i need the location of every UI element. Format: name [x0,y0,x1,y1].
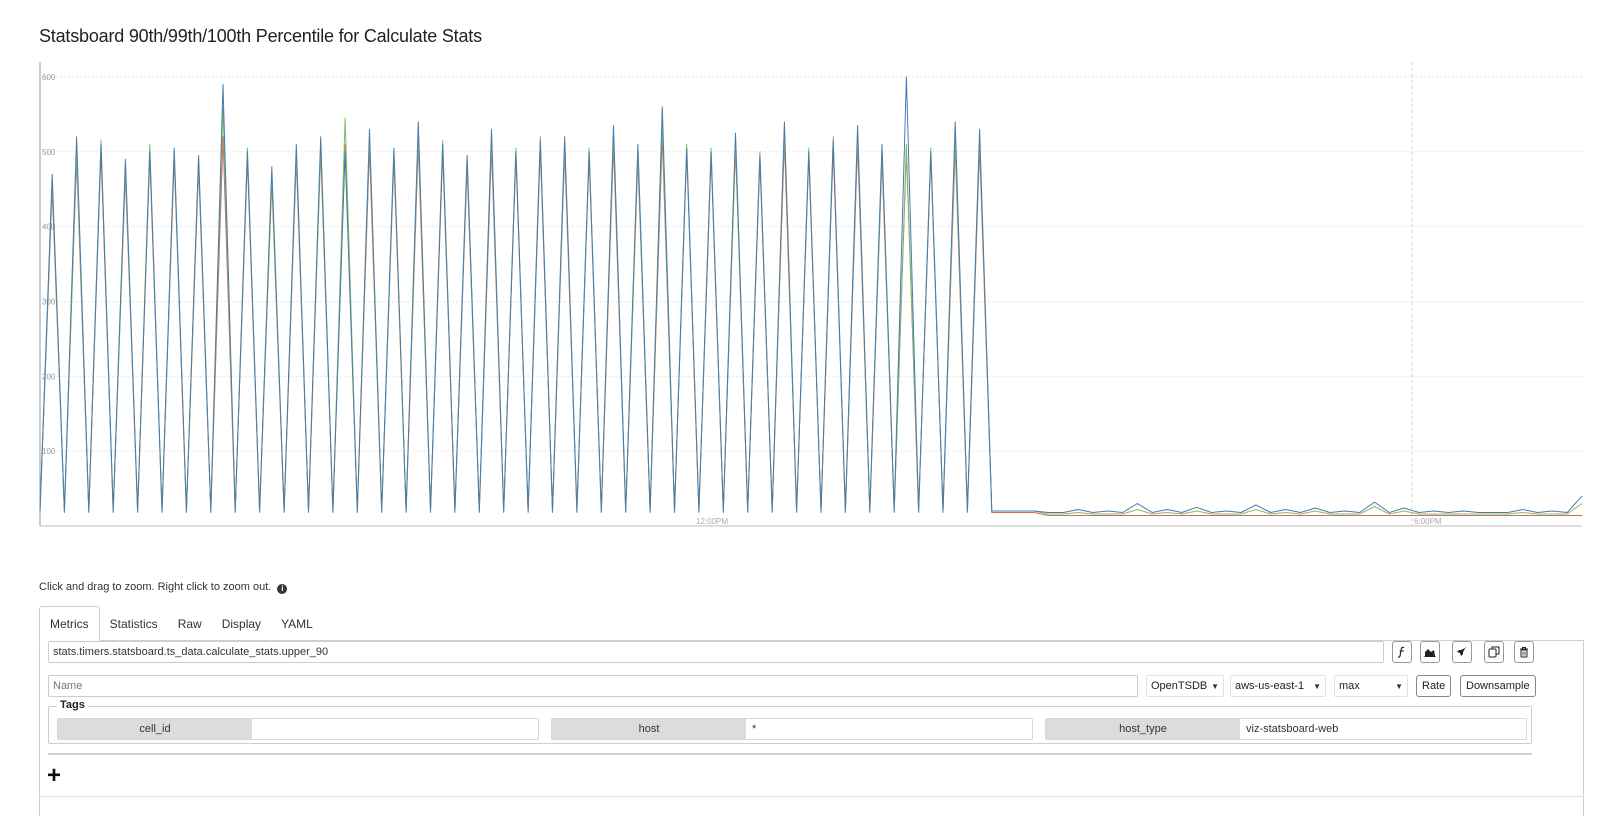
y-tick-label: 200 [42,372,56,381]
tab-bar: Metrics Statistics Raw Display YAML [39,606,1584,641]
divider [48,753,1532,755]
name-input[interactable] [48,675,1138,697]
tab-yaml[interactable]: YAML [271,607,323,640]
query-panel: MetricsStatisticsRawDisplayYAML OpenTSDB… [39,606,1584,816]
tab-statistics[interactable]: Statistics [100,607,168,640]
tag-key: cell_id [58,719,252,739]
y-tick-label: 500 [42,148,56,157]
y-tick-label: 100 [42,447,56,456]
zoom-hint-text: Click and drag to zoom. Right click to z… [39,581,272,593]
tag-value-input[interactable]: viz-statsboard-web [1240,719,1526,739]
y-tick-label: 300 [42,297,56,306]
chevron-down-icon: ▼ [1313,681,1321,691]
metrics-tab-body: OpenTSDB ▼ aws-us-east-1 ▼ max ▼ Rate Do… [39,641,1584,816]
area-chart-icon[interactable] [1420,641,1440,663]
metric-input[interactable] [48,641,1384,663]
copy-icon[interactable] [1484,641,1504,663]
info-circle-icon[interactable]: i [277,584,288,594]
x-tick-label: 6:00PM [1414,517,1442,526]
chevron-down-icon: ▼ [1395,681,1403,691]
chart-title: Statsboard 90th/99th/100th Percentile fo… [39,26,482,46]
function-icon[interactable] [1392,641,1412,663]
chart-area[interactable]: 100 200 300 400 500 600 12:00PM 6:00PM [36,58,1584,546]
chevron-down-icon: ▼ [1211,681,1219,691]
downsample-button[interactable]: Downsample [1460,675,1536,697]
region-select-value: aws-us-east-1 [1235,680,1305,692]
tag-value-input[interactable] [252,719,538,739]
tag-host: host * [551,718,1033,740]
tag-cell-id: cell_id [57,718,539,740]
x-tick-label: 12:00PM [696,517,728,526]
series-line [39,76,1583,513]
rate-button[interactable]: Rate [1416,675,1452,697]
aggregator-select-value: max [1339,680,1360,692]
timeseries-chart[interactable]: 10020030040050060012:00PM 6:00PM [36,58,1584,546]
trash-icon[interactable] [1514,641,1534,663]
tags-fieldset: Tags cell_id host * host_type viz-statsb… [48,699,1532,744]
source-select[interactable]: OpenTSDB ▼ [1146,675,1224,697]
region-select[interactable]: aws-us-east-1 ▼ [1230,675,1326,697]
add-metric-plus-icon[interactable]: + [47,764,61,788]
tab-metrics[interactable]: Metrics [39,606,100,641]
zoom-hint: Click and drag to zoom. Right click to z… [39,581,288,594]
tab-display[interactable]: Display [212,607,271,640]
y-tick-label: 600 [42,73,56,82]
tag-value-input[interactable]: * [746,719,1032,739]
tag-host-type: host_type viz-statsboard-web [1045,718,1527,740]
tab-raw[interactable]: Raw [168,607,212,640]
tag-key: host_type [1046,719,1240,739]
panel-bottom-border [39,796,1584,797]
tags-legend: Tags [57,699,88,711]
tag-key: host [552,719,746,739]
source-select-value: OpenTSDB [1151,680,1208,692]
rocket-icon[interactable] [1452,641,1472,663]
aggregator-select[interactable]: max ▼ [1334,675,1408,697]
